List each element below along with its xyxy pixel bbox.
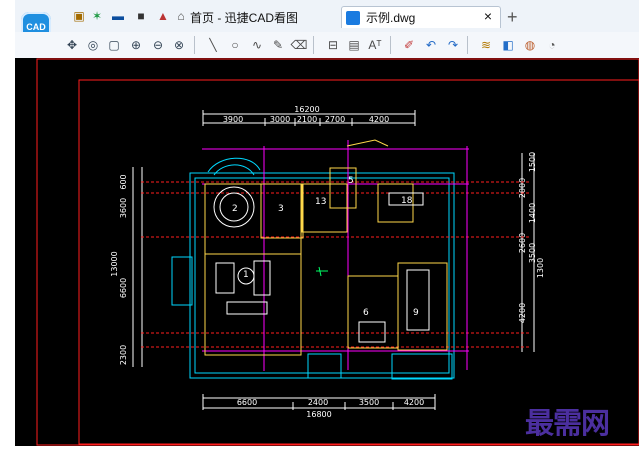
drawing-toolbar: ✥ ◎ ▢ ⊕ ⊖ ⊗ ╲ ○ ∿ ✎ ⌫ ⊟ ▤ Aᵀ ✐ ↶ ↷ ≋ ◧ ◍… xyxy=(15,32,639,59)
settings-icon[interactable]: ◍ xyxy=(522,37,538,53)
separator xyxy=(194,36,195,54)
dim-left-3: 6600 xyxy=(119,278,128,298)
zoom-previous-icon[interactable]: ⊗ xyxy=(171,37,187,53)
undo-icon[interactable]: ↶ xyxy=(423,37,439,53)
room-label-9: 9 xyxy=(413,308,419,318)
save-icon[interactable]: ▬ xyxy=(110,8,126,24)
palm-icon[interactable]: ✶ xyxy=(89,8,105,24)
dim-bottom-2: 2400 xyxy=(308,398,328,407)
dim-left-total: 13000 xyxy=(110,251,119,276)
export-icon[interactable]: ▲ xyxy=(155,8,171,24)
zoom-out-icon[interactable]: ⊖ xyxy=(150,37,166,53)
floor-plan-drawing: 16200 3900 3000 2100 2700 4200 6600 2400… xyxy=(36,58,639,446)
new-tab-label: + xyxy=(507,6,518,27)
circle-icon[interactable]: ○ xyxy=(227,37,243,53)
room-label-2: 2 xyxy=(232,204,238,214)
room-label-1: 1 xyxy=(243,270,249,280)
line-icon[interactable]: ╲ xyxy=(205,37,221,53)
dim-right-3: 1400 xyxy=(528,203,537,223)
title-border xyxy=(78,79,639,445)
dim-bottom-1: 6600 xyxy=(237,398,257,407)
new-tab-button[interactable]: + xyxy=(507,6,518,28)
tab-file[interactable]: 示例.dwg × xyxy=(341,6,501,28)
dim-top-1: 3900 xyxy=(223,115,243,124)
dim-top-4: 2700 xyxy=(325,115,345,124)
dim-top-5: 4200 xyxy=(369,115,389,124)
dim-left-2: 3600 xyxy=(119,198,128,218)
outer-walls xyxy=(171,157,455,380)
cad-canvas[interactable]: 16200 3900 3000 2100 2700 4200 6600 2400… xyxy=(15,58,639,446)
separator xyxy=(313,36,314,54)
zoom-window-icon[interactable]: ◎ xyxy=(85,37,101,53)
dim-right-1: 1500 xyxy=(528,152,537,172)
room-label-3: 3 xyxy=(278,204,284,214)
pen-icon[interactable]: ✎ xyxy=(270,37,286,53)
dimension-lines xyxy=(132,110,535,410)
zoom-in-icon[interactable]: ⊕ xyxy=(128,37,144,53)
dim-right-2: 2000 xyxy=(518,178,527,198)
tab-home[interactable]: 首页 - 迅捷CAD看图 xyxy=(190,6,298,28)
dim-top-2: 3000 xyxy=(270,115,290,124)
tab-home-label: 首页 - 迅捷CAD看图 xyxy=(190,10,299,25)
tab-file-label: 示例.dwg xyxy=(366,11,416,25)
curve-icon[interactable]: ∿ xyxy=(249,37,265,53)
eraser-icon[interactable]: ⌫ xyxy=(291,37,308,53)
room-label-18: 18 xyxy=(401,196,413,206)
inner-walls xyxy=(204,139,448,356)
dim-bottom-4: 4200 xyxy=(404,398,424,407)
markup-icon[interactable]: ✐ xyxy=(401,37,417,53)
dim-top-3: 2100 xyxy=(297,115,317,124)
dim-right-6: 4200 xyxy=(518,303,527,323)
close-tab-button[interactable]: × xyxy=(484,8,492,24)
room-label-13: 13 xyxy=(315,197,326,207)
green-marker xyxy=(316,266,328,277)
dim-left-1: 600 xyxy=(119,174,128,189)
dimension-texts: 16200 3900 3000 2100 2700 4200 6600 2400… xyxy=(110,105,545,419)
furniture xyxy=(213,186,430,343)
print-icon[interactable]: ■ xyxy=(133,8,149,24)
cube-icon[interactable]: ◧ xyxy=(500,37,516,53)
file-tab-icon xyxy=(346,11,360,25)
red-dashed-grid xyxy=(141,181,530,348)
home-icon[interactable]: ⌂ xyxy=(173,8,189,24)
top-toolbar: CAD ▣ ✶ ▬ ■ ▲ ⌂ 首页 - 迅捷CAD看图 示例.dwg × + xyxy=(15,0,639,42)
pan-icon[interactable]: ✥ xyxy=(64,37,80,53)
dim-left-4: 2300 xyxy=(119,345,128,365)
text-icon[interactable]: Aᵀ xyxy=(367,37,383,53)
room-label-5: 5 xyxy=(348,176,354,186)
dim-right-total: 1300 xyxy=(536,258,545,278)
room-label-6: 6 xyxy=(363,308,369,318)
zoom-extents-icon[interactable]: ▢ xyxy=(106,37,122,53)
watermark: 最需网 xyxy=(525,400,610,442)
magenta-lines xyxy=(202,140,469,371)
watermark-text: 最需网 xyxy=(525,406,610,440)
dim-bottom-total: 16800 xyxy=(306,410,331,419)
room-labels: 2 3 1 13 5 18 6 9 xyxy=(232,176,419,318)
dim-bottom-3: 3500 xyxy=(359,398,379,407)
logo-text: CAD xyxy=(26,22,46,32)
measure-icon[interactable]: ⊟ xyxy=(325,37,341,53)
redo-icon[interactable]: ↷ xyxy=(445,37,461,53)
table-icon[interactable]: ▤ xyxy=(346,37,362,53)
open-icon[interactable]: ▣ xyxy=(71,8,87,24)
dim-top-total: 16200 xyxy=(294,105,319,114)
separator xyxy=(390,36,391,54)
more-icon[interactable]: ◔ xyxy=(544,37,560,53)
dim-right-4: 2600 xyxy=(518,233,527,253)
separator xyxy=(467,36,468,54)
layer-icon[interactable]: ≋ xyxy=(478,37,494,53)
